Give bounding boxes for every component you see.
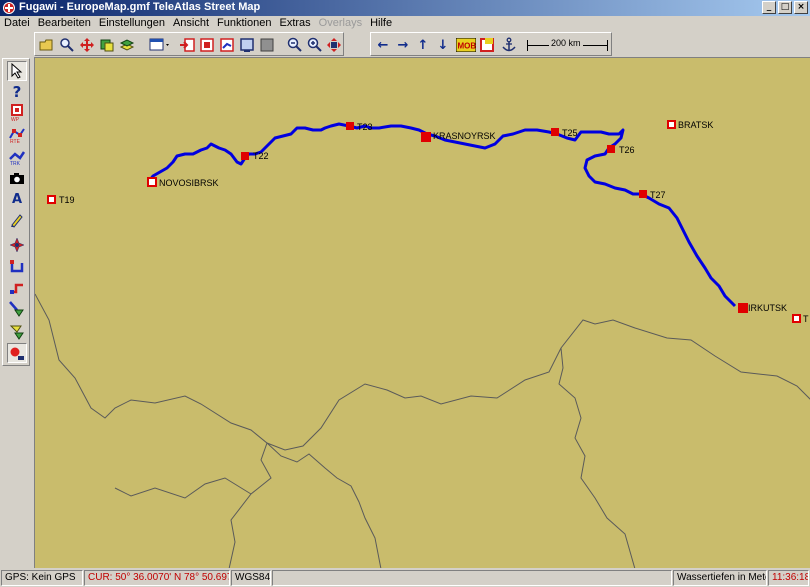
waypoint-label: T25 xyxy=(562,128,578,138)
waypoint-label: T26 xyxy=(619,145,635,155)
waypoint-label: NOVOSIBRSK xyxy=(159,178,219,188)
pointer-icon[interactable] xyxy=(7,61,27,81)
map-view[interactable]: NOVOSIBRSK T19 T22 T23 KRASNOYRSK T25 T2… xyxy=(34,57,810,568)
window-icon[interactable] xyxy=(148,36,174,54)
mob-icon[interactable]: MOB xyxy=(456,36,476,54)
waypoint-irkutsk[interactable]: IRKUTSK xyxy=(738,303,787,313)
main-toolbar: ← → ↑ ↓ MOB 200 km xyxy=(0,31,810,57)
status-bar: GPS: Kein GPS CUR: 50° 36.0070' N 78° 50… xyxy=(0,569,810,587)
tile-maps-icon[interactable] xyxy=(98,36,116,54)
join-icon[interactable] xyxy=(7,257,27,277)
waypoint-novosibrsk[interactable]: NOVOSIBRSK xyxy=(147,177,219,188)
camera-icon[interactable] xyxy=(7,168,27,188)
split-icon[interactable] xyxy=(7,278,27,298)
crosshair-icon[interactable] xyxy=(7,235,27,255)
waypoint-t27[interactable]: T27 xyxy=(639,190,666,200)
send-route-icon[interactable] xyxy=(178,36,196,54)
menu-bar: Datei Bearbeiten Einstellungen Ansicht F… xyxy=(0,16,810,31)
waypoint-t19[interactable]: T19 xyxy=(47,195,75,205)
cursor-position: CUR: 50° 36.0070' N 78° 50.6974' E xyxy=(84,570,230,586)
waypoint-label: T27 xyxy=(650,190,666,200)
waypoint-t25[interactable]: T25 xyxy=(551,128,578,138)
waypoint-label: IRKUTSK xyxy=(748,303,787,313)
screen-icon[interactable] xyxy=(238,36,256,54)
zoom-fit-icon[interactable] xyxy=(325,36,343,54)
svg-text:RTE: RTE xyxy=(10,139,21,144)
map-canvas[interactable]: NOVOSIBRSK T19 T22 T23 KRASNOYRSK T25 T2… xyxy=(35,58,810,568)
waypoint-label: T23 xyxy=(357,122,373,132)
arrow-right-icon[interactable]: → xyxy=(394,36,412,54)
datum-label: WGS84 xyxy=(231,570,271,586)
zoom-in-icon[interactable] xyxy=(306,36,324,54)
title-bar: Fugawi - EuropeMap.gmf TeleAtlas Street … xyxy=(0,0,810,16)
track-icon[interactable]: TRK xyxy=(7,147,27,167)
window-controls: _ □ × xyxy=(762,1,808,14)
menu-einstellungen[interactable]: Einstellungen xyxy=(95,16,169,31)
clock: 11:36:18 xyxy=(768,570,809,586)
menu-datei[interactable]: Datei xyxy=(0,16,34,31)
svg-text:TRK: TRK xyxy=(10,161,21,166)
map-scale-bar: 200 km xyxy=(525,37,609,54)
waypoint-t23[interactable]: T23 xyxy=(346,122,373,132)
waypoint-label: T22 xyxy=(253,151,269,161)
open-map-icon[interactable] xyxy=(38,36,56,54)
waypoint-t-partial[interactable]: T xyxy=(792,314,809,324)
menu-ansicht[interactable]: Ansicht xyxy=(169,16,213,31)
send-track-icon[interactable] xyxy=(218,36,236,54)
waypoint-label: BRATSK xyxy=(678,120,713,130)
country-borders xyxy=(35,293,810,568)
arrow-up-icon[interactable]: ↑ xyxy=(414,36,432,54)
gps-record-icon[interactable] xyxy=(7,343,27,363)
waypoint-label: KRASNOYRSK xyxy=(433,131,496,141)
side-tools-pane: ? WP RTE TRK A xyxy=(2,58,30,366)
waypoint-icon[interactable]: WP xyxy=(7,103,27,123)
waypoint-t26[interactable]: T26 xyxy=(607,145,635,155)
waypoint-label: T xyxy=(803,314,809,324)
mob-label: MOB xyxy=(458,42,477,51)
scale-label: 200 km xyxy=(549,38,583,48)
text-tool-icon[interactable]: A xyxy=(7,189,27,209)
find-map-icon[interactable] xyxy=(58,36,76,54)
nav-tools-group: ← → ↑ ↓ MOB 200 km xyxy=(370,32,612,56)
depth-units: Wassertiefen in Meters xyxy=(673,570,767,586)
window-title: Fugawi - EuropeMap.gmf TeleAtlas Street … xyxy=(19,1,261,13)
menu-bearbeiten[interactable]: Bearbeiten xyxy=(34,16,95,31)
waypoint-label: T19 xyxy=(59,195,75,205)
gray-box-icon[interactable] xyxy=(258,36,276,54)
status-message xyxy=(272,570,672,586)
svg-text:WP: WP xyxy=(11,117,20,122)
side-toolbar: ? WP RTE TRK A xyxy=(0,57,34,568)
fugawi-app-icon[interactable] xyxy=(3,2,15,14)
waypoint-t22[interactable]: T22 xyxy=(241,151,269,161)
pan-icon[interactable] xyxy=(78,36,96,54)
pen-icon[interactable] xyxy=(7,210,27,230)
waypoint-bratsk[interactable]: BRATSK xyxy=(667,120,713,130)
route-track[interactable] xyxy=(148,122,737,308)
waypoint-krasnoyrsk[interactable]: KRASNOYRSK xyxy=(421,131,496,142)
route-icon[interactable]: RTE xyxy=(7,125,27,145)
frame-icon[interactable] xyxy=(478,36,496,54)
track-down-icon[interactable] xyxy=(7,299,27,319)
minimize-button[interactable]: _ xyxy=(762,1,776,14)
maximize-button[interactable]: □ xyxy=(778,1,792,14)
track-up-icon[interactable] xyxy=(7,321,27,341)
gps-status: GPS: Kein GPS xyxy=(1,570,83,586)
send-waypoint-icon[interactable] xyxy=(198,36,216,54)
help-icon[interactable]: ? xyxy=(7,82,27,102)
menu-funktionen[interactable]: Funktionen xyxy=(213,16,275,31)
zoom-out-icon[interactable] xyxy=(286,36,304,54)
arrow-down-icon[interactable]: ↓ xyxy=(434,36,452,54)
close-button[interactable]: × xyxy=(794,1,808,14)
map-tools-group xyxy=(34,32,344,56)
layers-icon[interactable] xyxy=(118,36,136,54)
anchor-icon[interactable] xyxy=(500,36,518,54)
menu-hilfe[interactable]: Hilfe xyxy=(366,16,396,31)
menu-extras[interactable]: Extras xyxy=(275,16,314,31)
arrow-left-icon[interactable]: ← xyxy=(374,36,392,54)
menu-overlays[interactable]: Overlays xyxy=(315,16,366,31)
